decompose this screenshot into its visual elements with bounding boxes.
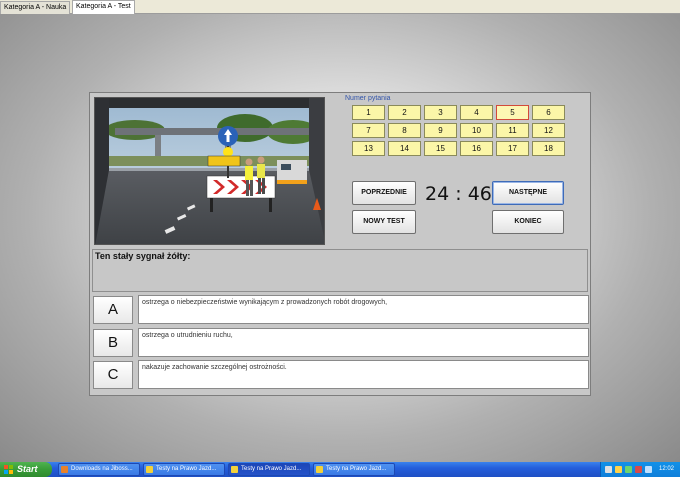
system-tray: 12:02 bbox=[600, 462, 680, 477]
question-button-9[interactable]: 9 bbox=[424, 123, 457, 138]
firefox-icon bbox=[61, 466, 68, 473]
taskbar-item-label: Downloads na Jiboss... bbox=[71, 466, 133, 472]
answer-b-button[interactable]: B bbox=[93, 329, 133, 357]
tab-test[interactable]: Kategoria A - Test bbox=[72, 0, 135, 15]
question-button-15[interactable]: 15 bbox=[424, 141, 457, 156]
app-icon bbox=[146, 466, 153, 473]
volume-icon[interactable] bbox=[645, 466, 652, 473]
taskbar-item-testy-2[interactable]: Testy na Prawo Jazd... bbox=[228, 463, 310, 476]
question-text: Ten stały sygnał żółty: bbox=[95, 251, 191, 261]
taskbar-item-label: Testy na Prawo Jazd... bbox=[326, 466, 387, 472]
question-button-5[interactable]: 5 bbox=[496, 105, 529, 120]
question-button-17[interactable]: 17 bbox=[496, 141, 529, 156]
timer-seconds: 46 bbox=[467, 183, 492, 205]
question-button-6[interactable]: 6 bbox=[532, 105, 565, 120]
taskbar-item-label: Testy na Prawo Jazd... bbox=[156, 466, 217, 472]
question-button-14[interactable]: 14 bbox=[388, 141, 421, 156]
answer-a-button[interactable]: A bbox=[93, 296, 133, 324]
update-icon[interactable] bbox=[625, 466, 632, 473]
question-button-10[interactable]: 10 bbox=[460, 123, 493, 138]
antivirus-icon[interactable] bbox=[635, 466, 642, 473]
security-icon[interactable] bbox=[615, 466, 622, 473]
question-button-16[interactable]: 16 bbox=[460, 141, 493, 156]
question-button-4[interactable]: 4 bbox=[460, 105, 493, 120]
timer-minutes: 24 bbox=[425, 183, 450, 205]
question-box: Ten stały sygnał żółty: bbox=[92, 249, 588, 292]
windows-logo-icon bbox=[4, 465, 13, 474]
question-number-label: Numer pytania bbox=[345, 95, 391, 102]
question-button-13[interactable]: 13 bbox=[352, 141, 385, 156]
question-button-11[interactable]: 11 bbox=[496, 123, 529, 138]
answer-a-text[interactable]: ostrzega o niebezpieczeństwie wynikający… bbox=[138, 295, 589, 324]
countdown-timer: 24 : 46 bbox=[425, 183, 492, 205]
tab-bar: Kategoria A - Nauka Kategoria A - Test bbox=[0, 0, 680, 15]
timer-separator: : bbox=[455, 183, 462, 205]
end-button[interactable]: KONIEC bbox=[492, 210, 564, 234]
taskbar: Start Downloads na Jiboss... Testy na Pr… bbox=[0, 462, 680, 477]
previous-button[interactable]: POPRZEDNIE bbox=[352, 181, 416, 205]
tab-nauka[interactable]: Kategoria A - Nauka bbox=[0, 1, 71, 14]
quiz-panel: Numer pytania 1 2 3 4 5 6 7 8 9 10 11 12… bbox=[89, 92, 591, 396]
question-photo bbox=[94, 97, 325, 245]
app-icon bbox=[316, 466, 323, 473]
answer-b-text[interactable]: ostrzega o utrudnieniu ruchu, bbox=[138, 328, 589, 357]
question-button-3[interactable]: 3 bbox=[424, 105, 457, 120]
new-test-button[interactable]: NOWY TEST bbox=[352, 210, 416, 234]
question-button-1[interactable]: 1 bbox=[352, 105, 385, 120]
taskbar-item-label: Testy na Prawo Jazd... bbox=[241, 466, 302, 472]
taskbar-item-testy-1[interactable]: Testy na Prawo Jazd... bbox=[143, 463, 225, 476]
answer-c-text[interactable]: nakazuje zachowanie szczególnej ostrożno… bbox=[138, 360, 589, 389]
question-button-8[interactable]: 8 bbox=[388, 123, 421, 138]
taskbar-item-testy-3[interactable]: Testy na Prawo Jazd... bbox=[313, 463, 395, 476]
clock: 12:02 bbox=[659, 466, 675, 472]
question-button-18[interactable]: 18 bbox=[532, 141, 565, 156]
app-icon bbox=[231, 466, 238, 473]
taskbar-item-downloads[interactable]: Downloads na Jiboss... bbox=[58, 463, 140, 476]
network-icon[interactable] bbox=[605, 466, 612, 473]
next-button[interactable]: NASTĘPNE bbox=[492, 181, 564, 205]
question-button-2[interactable]: 2 bbox=[388, 105, 421, 120]
question-button-12[interactable]: 12 bbox=[532, 123, 565, 138]
answer-c-button[interactable]: C bbox=[93, 361, 133, 389]
start-label: Start bbox=[17, 464, 38, 474]
question-button-7[interactable]: 7 bbox=[352, 123, 385, 138]
start-button[interactable]: Start bbox=[0, 462, 52, 477]
